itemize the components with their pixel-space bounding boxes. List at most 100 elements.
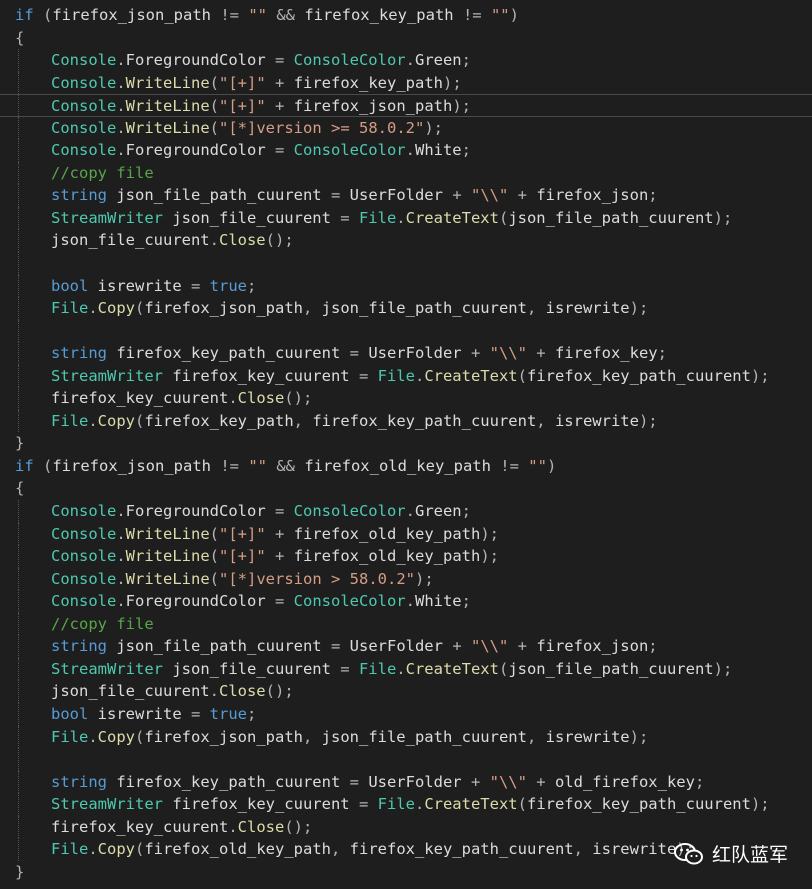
code-text: //copy file	[51, 613, 154, 636]
indent-guide	[18, 522, 19, 546]
code-line[interactable]: Console.ForegroundColor = ConsoleColor.W…	[0, 139, 812, 162]
code-token: &&	[266, 456, 305, 475]
code-token: (	[209, 547, 220, 566]
code-line[interactable]: if (firefox_json_path != "" && firefox_k…	[0, 4, 812, 27]
code-token: string	[51, 637, 107, 656]
code-line[interactable]: bool isrewrite = true;	[0, 702, 812, 726]
code-token: Console	[51, 73, 117, 92]
code-token: ForegroundColor	[125, 502, 266, 521]
code-line[interactable]: json_file_cuurent.Close();	[0, 680, 812, 703]
code-token: White	[414, 592, 462, 611]
code-text: Console.ForegroundColor = ConsoleColor.G…	[51, 49, 471, 72]
code-token: old_firefox_key	[554, 772, 695, 791]
code-text: Console.WriteLine("[+]" + firefox_json_p…	[51, 95, 471, 118]
code-editor[interactable]: if (firefox_json_path != "" && firefox_k…	[0, 4, 812, 883]
code-token: .	[209, 231, 219, 250]
code-token: isrewrite	[97, 276, 182, 295]
indent-guide	[18, 116, 19, 140]
code-line[interactable]: Console.WriteLine("[+]" + firefox_old_ke…	[0, 522, 812, 546]
code-line[interactable]: File.Copy(firefox_json_path, json_file_p…	[0, 297, 812, 320]
code-token: .	[228, 389, 238, 408]
code-line[interactable]: }	[0, 432, 812, 455]
code-line[interactable]: //copy file	[0, 161, 812, 185]
code-text: File.Copy(firefox_json_path, json_file_p…	[51, 726, 648, 749]
code-text: File.Copy(firefox_json_path, json_file_p…	[51, 297, 648, 320]
code-token: "[+]"	[219, 97, 266, 116]
code-token: "[+]"	[219, 547, 266, 566]
code-token: (	[209, 73, 220, 92]
indent-guide	[18, 748, 19, 771]
code-line[interactable]: json_file_cuurent.Close();	[0, 229, 812, 253]
code-token: );	[443, 73, 462, 92]
indent-guide	[18, 184, 19, 207]
indent-guide	[18, 793, 19, 816]
code-token: !=	[453, 6, 491, 24]
code-token: =	[340, 772, 369, 791]
code-line[interactable]: Console.ForegroundColor = ConsoleColor.W…	[0, 590, 812, 613]
code-token: .	[116, 118, 126, 137]
code-line[interactable]: Console.WriteLine("[+]" + firefox_old_ke…	[0, 545, 812, 568]
code-token: =	[181, 704, 210, 723]
code-token: Console	[51, 51, 117, 70]
code-line[interactable]	[0, 319, 812, 343]
code-line[interactable]: Console.ForegroundColor = ConsoleColor.G…	[0, 500, 812, 523]
code-token: .	[405, 141, 415, 160]
code-token: WriteLine	[125, 118, 210, 137]
code-line[interactable]: //copy file	[0, 612, 812, 636]
code-token: firefox_old_key_path	[293, 547, 481, 566]
code-text: StreamWriter json_file_cuurent = File.Cr…	[51, 658, 732, 681]
code-line[interactable]: bool isrewrite = true;	[0, 274, 812, 298]
code-token: .	[396, 659, 406, 678]
code-line[interactable]: StreamWriter json_file_cuurent = File.Cr…	[0, 657, 812, 681]
code-token: )	[509, 6, 519, 24]
wechat-icon	[673, 842, 703, 864]
code-line[interactable]: string json_file_path_cuurent = UserFold…	[0, 635, 812, 658]
indent-guide	[18, 342, 19, 365]
code-token: ;	[461, 502, 471, 521]
code-line[interactable]: Console.WriteLine("[+]" + firefox_key_pa…	[0, 71, 812, 95]
code-token: );	[480, 547, 499, 566]
code-token: );	[629, 299, 649, 318]
code-token: //copy file	[51, 163, 154, 182]
code-token: ,	[330, 840, 350, 859]
code-token: firefox_old_key_path	[144, 840, 331, 859]
code-token: File	[51, 299, 89, 318]
code-line[interactable]	[0, 748, 812, 771]
code-line[interactable]: if (firefox_json_path != "" && firefox_o…	[0, 455, 812, 478]
code-line[interactable]: firefox_key_cuurent.Close();	[0, 387, 812, 410]
code-text: {	[15, 27, 24, 50]
code-line[interactable]: string firefox_key_path_cuurent = UserFo…	[0, 770, 812, 794]
code-line[interactable]: firefox_key_cuurent.Close();	[0, 815, 812, 839]
code-text: StreamWriter firefox_key_cuurent = File.…	[51, 793, 770, 816]
code-line[interactable]: Console.WriteLine("[+]" + firefox_json_p…	[0, 94, 812, 117]
code-line[interactable]: {	[0, 477, 812, 500]
code-line[interactable]: File.Copy(firefox_json_path, json_file_p…	[0, 725, 812, 749]
code-token: File	[358, 659, 397, 678]
indent-guide	[18, 161, 19, 185]
code-line[interactable]: File.Copy(firefox_key_path, firefox_key_…	[0, 409, 812, 433]
code-token: ;	[461, 141, 471, 160]
code-line[interactable]: StreamWriter json_file_cuurent = File.Cr…	[0, 206, 812, 230]
code-line[interactable]: {	[0, 27, 812, 50]
code-line[interactable]: string firefox_key_path_cuurent = UserFo…	[0, 342, 812, 365]
code-token: =	[265, 141, 294, 160]
code-line[interactable]: StreamWriter firefox_key_cuurent = File.…	[0, 364, 812, 388]
code-token: .	[116, 502, 126, 521]
code-line[interactable]	[0, 252, 812, 275]
indent-guide	[18, 500, 19, 523]
code-line[interactable]: Console.WriteLine("[*]version >= 58.0.2"…	[0, 116, 812, 140]
code-token: firefox_old_key_path	[293, 524, 481, 543]
code-line[interactable]: StreamWriter firefox_key_cuurent = File.…	[0, 793, 812, 816]
code-token: +	[265, 97, 294, 116]
code-token: firefox_key_path_cuurent	[349, 840, 574, 859]
code-token: "[+]"	[219, 73, 266, 92]
code-line[interactable]: Console.WriteLine("[*]version > 58.0.2")…	[0, 567, 812, 591]
indent-guide	[18, 297, 19, 320]
code-token: CreateText	[405, 659, 499, 678]
code-token: +	[442, 637, 471, 656]
code-token: firefox_key_path_cuurent	[526, 366, 751, 385]
code-line[interactable]: string json_file_path_cuurent = UserFold…	[0, 184, 812, 207]
code-line[interactable]: Console.ForegroundColor = ConsoleColor.G…	[0, 49, 812, 72]
